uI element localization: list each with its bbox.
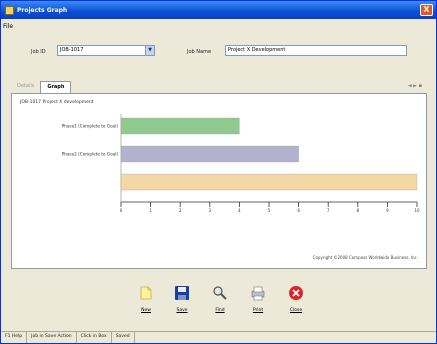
find-label: Find [215, 308, 225, 313]
job-fields: Job ID JOB-1017 ▼ Job Name Project X Dev… [11, 45, 423, 69]
tab-details[interactable]: Details [11, 81, 40, 93]
x-tick-label-2: 2 [179, 208, 182, 213]
new-icon [140, 286, 152, 300]
x-tick-label-8: 8 [357, 208, 360, 213]
bar-1 [120, 145, 299, 163]
print-icon [251, 286, 265, 301]
menu-file[interactable]: File [3, 23, 13, 30]
job-id-label: Job ID [31, 49, 46, 55]
category-label-1: Phase2 (Complete to Goal) [62, 152, 119, 157]
action-toolbar: New Save Find Print Close [131, 284, 321, 322]
menu-bar: File [3, 23, 13, 33]
x-tick-label-7: 7 [327, 208, 330, 213]
app-icon [5, 5, 14, 15]
close-window-button[interactable]: X [420, 4, 433, 16]
x-tick-label-5: 5 [268, 208, 271, 213]
bar-2 [120, 173, 418, 191]
tab-nav-arrows[interactable]: ◄ ► ▪ [408, 83, 422, 89]
job-name-field[interactable]: Project X Development [225, 45, 407, 56]
x-tick-label-10: 10 [414, 208, 420, 213]
job-name-value: Project X Development [228, 47, 286, 53]
x-tick-label-1: 1 [149, 208, 152, 213]
window-title: Projects Graph [17, 6, 68, 14]
new-label: New [141, 308, 151, 313]
job-name-label: Job Name [187, 49, 212, 55]
graph-panel: JOB-1017 Project X development Phase1 (C… [11, 93, 427, 269]
save-icon [175, 286, 189, 300]
x-tick-label-6: 6 [297, 208, 300, 213]
tab-graph[interactable]: Graph [40, 81, 72, 93]
print-button[interactable]: Print [245, 284, 271, 313]
status-mode: Saved [112, 332, 135, 343]
chevron-down-icon[interactable]: ▼ [145, 46, 154, 55]
bar-0 [120, 117, 240, 135]
close-icon [289, 286, 303, 300]
search-icon [213, 286, 227, 300]
title-bar[interactable]: Projects Graph X [1, 1, 436, 19]
close-label: Close [289, 308, 303, 313]
category-label-0: Phase1 (Complete to Goal) [62, 124, 119, 129]
app-window: Projects Graph X File Job ID JOB-1017 ▼ … [0, 0, 437, 344]
status-job: Job in Save Action [27, 332, 77, 343]
x-tick-label-9: 9 [386, 208, 389, 213]
job-id-select[interactable]: JOB-1017 ▼ [57, 45, 155, 56]
new-button[interactable]: New [133, 284, 159, 313]
job-id-value: JOB-1017 [60, 47, 84, 53]
copyright-text: Copyright ©2008 Compass Worldwide Busine… [312, 255, 418, 260]
x-tick-label-0: 0 [120, 208, 123, 213]
x-tick-label-4: 4 [238, 208, 241, 213]
save-label: Save [176, 308, 188, 313]
close-button[interactable]: Close [283, 284, 309, 313]
status-bar: F1 Help Job in Save Action Click in Box … [1, 331, 436, 343]
status-date: Click in Box [77, 332, 112, 343]
status-help: F1 Help [1, 332, 28, 343]
find-button[interactable]: Find [207, 284, 233, 313]
x-tick-label-3: 3 [209, 208, 212, 213]
save-button[interactable]: Save [169, 284, 195, 313]
tab-strip: Details Graph [11, 81, 72, 93]
print-label: Print [252, 308, 264, 313]
bar-chart: Phase1 (Complete to Goal) Phase2 (Complet… [62, 114, 420, 213]
